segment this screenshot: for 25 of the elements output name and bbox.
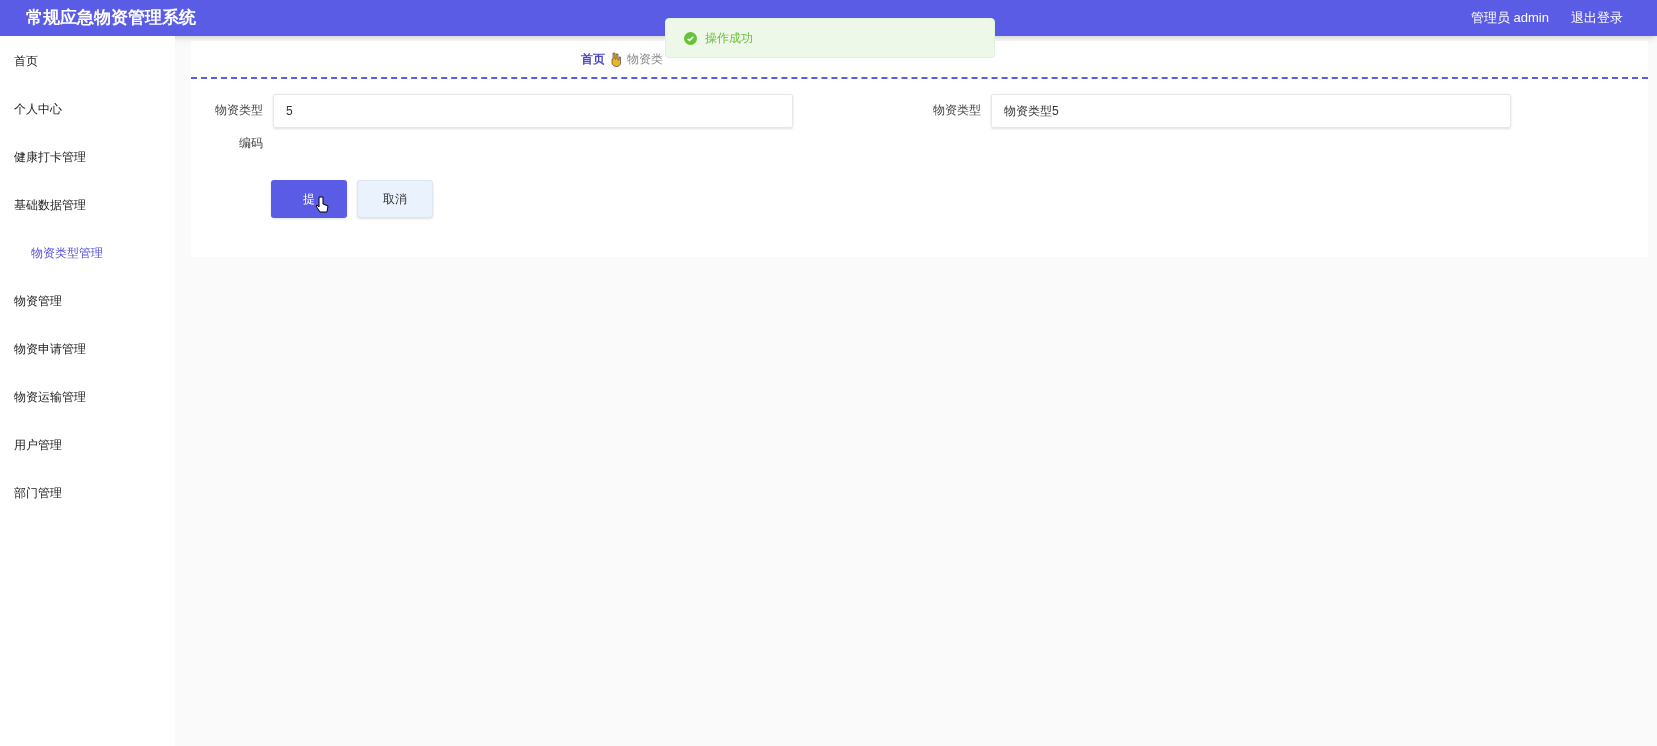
sidebar-item[interactable]: 用户管理: [0, 421, 175, 469]
sidebar-item[interactable]: 物资类型管理: [0, 229, 175, 277]
user-label: 管理员 admin: [1470, 9, 1549, 28]
logout-link[interactable]: 退出登录: [1571, 8, 1623, 28]
hand-icon: [611, 51, 621, 67]
field-label: 物资类型编码: [214, 102, 264, 152]
sidebar-item[interactable]: 物资申请管理: [0, 325, 175, 373]
success-icon: [684, 31, 697, 45]
breadcrumb-link[interactable]: 首页: [581, 50, 605, 68]
submit-button[interactable]: 提: [271, 180, 347, 218]
field-label: 物资类型: [932, 102, 982, 119]
cancel-button[interactable]: 取消: [357, 180, 433, 218]
pointer-cursor-icon: [315, 196, 329, 216]
sidebar-item[interactable]: 首页: [0, 37, 175, 85]
sidebar-item[interactable]: 个人中心: [0, 85, 175, 133]
sidebar-item[interactable]: 健康打卡管理: [0, 133, 175, 181]
sidebar-item[interactable]: 部门管理: [0, 469, 175, 517]
sidebar-item[interactable]: 基础数据管理: [0, 181, 175, 229]
text-field[interactable]: 5: [273, 94, 793, 128]
sidebar-item[interactable]: 物资管理: [0, 277, 175, 325]
breadcrumb-current: 物资类: [627, 51, 663, 68]
toast-message: 操作成功: [705, 30, 753, 47]
text-field[interactable]: 物资类型5: [991, 94, 1511, 128]
app-title: 常规应急物资管理系统: [26, 7, 196, 30]
sidebar-item[interactable]: 物资运输管理: [0, 373, 175, 421]
